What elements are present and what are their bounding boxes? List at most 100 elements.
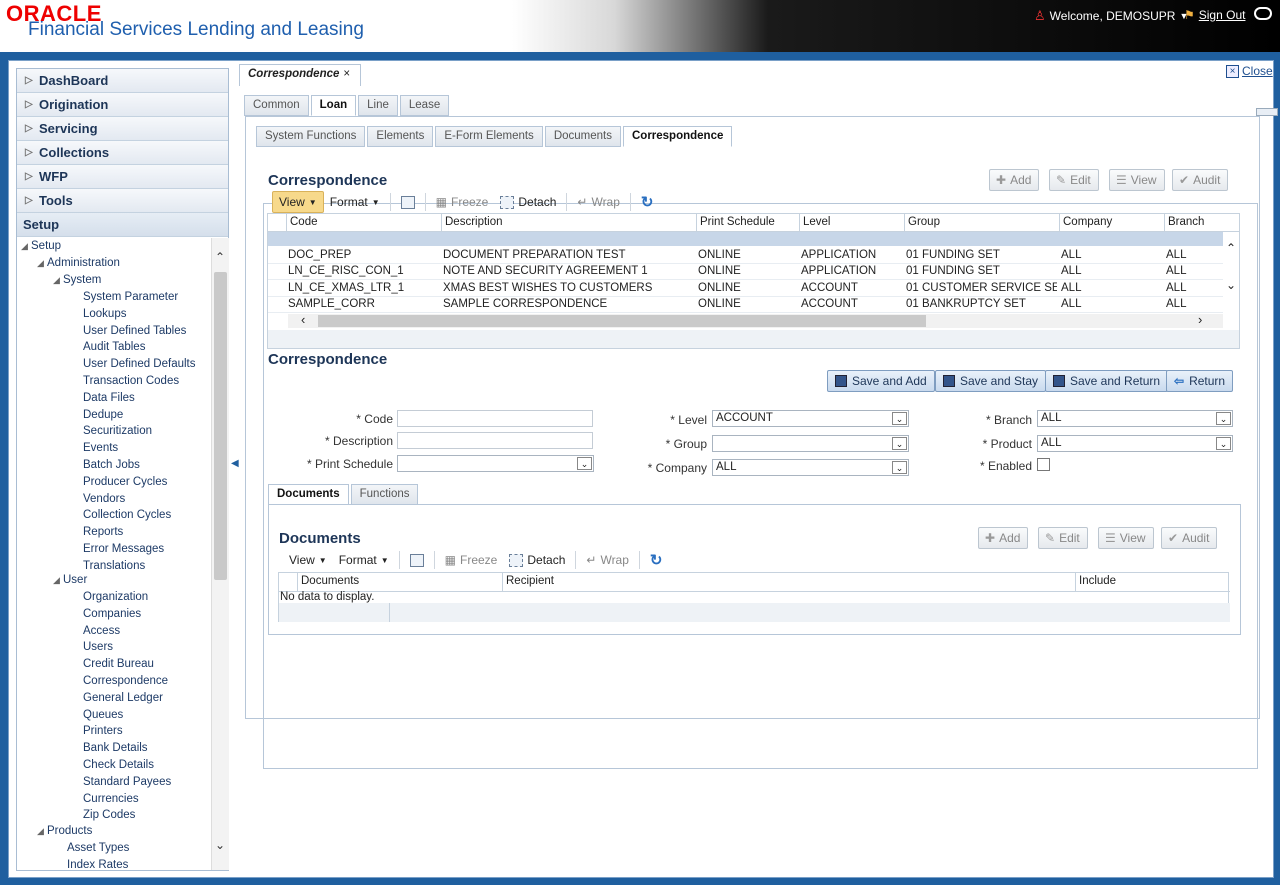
tab-lease[interactable]: Lease	[399, 95, 450, 116]
tab-common[interactable]: Common	[244, 95, 309, 116]
tree-item-batch-jobs[interactable]: Batch Jobs	[83, 459, 140, 471]
tree-item-securitization[interactable]: Securitization	[83, 425, 152, 437]
tree-item-correspondence[interactable]: Correspondence	[83, 675, 168, 687]
refresh-button[interactable]: ↻	[635, 191, 660, 213]
nav-origination[interactable]: ▷ Origination	[17, 93, 228, 117]
product-select[interactable]: ALL ⌄	[1037, 435, 1233, 452]
subtab-elements[interactable]: Elements	[367, 126, 434, 147]
column-header[interactable]: Recipient	[502, 573, 1075, 591]
description-input[interactable]	[397, 432, 593, 449]
tree-item-general-ledger[interactable]: General Ledger	[83, 692, 163, 704]
tree-item-check-details[interactable]: Check Details	[83, 759, 154, 771]
subtab-e-form-elements[interactable]: E-Form Elements	[435, 126, 543, 147]
tree-node-user[interactable]: ◢ User	[53, 574, 87, 586]
refresh-button[interactable]: ↻	[644, 549, 669, 571]
doc-audit-button[interactable]: ✔ Audit	[1161, 527, 1218, 549]
column-header[interactable]: Branch	[1164, 214, 1239, 232]
chevron-up-icon[interactable]: ⌃	[215, 250, 225, 264]
table-row[interactable]: SAMPLE_CORR SAMPLE CORRESPONDENCE ONLINE AC…	[268, 297, 1223, 313]
level-select[interactable]: ACCOUNT ⌄	[712, 410, 909, 427]
return-button[interactable]: ⇦ Return	[1166, 370, 1234, 392]
nav-setup[interactable]: Setup	[17, 213, 228, 237]
column-header[interactable]: Description	[441, 214, 696, 232]
doc-view-button[interactable]: ☰ View	[1098, 527, 1154, 549]
edit-button[interactable]: ✎ Edit	[1049, 169, 1099, 191]
view-button[interactable]: ☰ View	[1109, 169, 1165, 191]
format-menu[interactable]: Format ▼	[324, 191, 386, 213]
table-row[interactable]: LN_CE_RISC_CON_1 NOTE AND SECURITY AGREEM…	[268, 264, 1223, 281]
tree-item-index-rates[interactable]: Index Rates	[67, 859, 128, 870]
power-icon[interactable]	[1254, 7, 1272, 20]
freeze-button[interactable]: ▦ Freeze	[430, 191, 495, 213]
detach-button[interactable]: Detach	[494, 191, 562, 213]
export-button[interactable]	[404, 549, 430, 571]
view-menu[interactable]: View ▼	[283, 549, 333, 571]
tree-node-products[interactable]: ◢ Products	[37, 825, 92, 837]
enabled-checkbox[interactable]	[1037, 458, 1050, 471]
tree-item-credit-bureau[interactable]: Credit Bureau	[83, 658, 154, 670]
doc-edit-button[interactable]: ✎ Edit	[1038, 527, 1088, 549]
detail-tab-functions[interactable]: Functions	[350, 484, 419, 505]
sign-out-link[interactable]: ⚑ Sign Out	[1184, 8, 1245, 22]
tree-node-administration[interactable]: ◢ Administration	[37, 257, 120, 269]
freeze-button[interactable]: ▦ Freeze	[439, 549, 504, 571]
tree-item-organization[interactable]: Organization	[83, 591, 148, 603]
table-row[interactable]: LN_CE_XMAS_LTR_1 XMAS BEST WISHES TO CUST…	[268, 281, 1223, 297]
filter-row[interactable]	[268, 232, 1223, 246]
chevron-up-icon[interactable]: ⌃	[1226, 241, 1236, 255]
close-button[interactable]: × Close	[1226, 64, 1273, 78]
column-header[interactable]: Code	[286, 214, 441, 232]
audit-button[interactable]: ✔ Audit	[1172, 169, 1229, 191]
tree-item-currencies[interactable]: Currencies	[83, 793, 139, 805]
nav-dashboard[interactable]: ▷ DashBoard	[17, 69, 228, 93]
tree-item-printers[interactable]: Printers	[83, 725, 123, 737]
table-row[interactable]: DOC_PREP DOCUMENT PREPARATION TEST ONLINE A…	[268, 248, 1223, 264]
user-menu[interactable]: ♙ Welcome, DEMOSUPR ▼	[1034, 8, 1188, 24]
wrap-button[interactable]: ↵ Wrap	[571, 191, 626, 213]
tree-node-system[interactable]: ◢ System	[53, 274, 101, 286]
grid-vertical-scrollbar[interactable]: ⌃ ⌄	[1223, 232, 1239, 312]
chevron-right-icon[interactable]: ›	[1198, 312, 1202, 327]
tree-item-user-defined-tables[interactable]: User Defined Tables	[83, 325, 186, 337]
group-select[interactable]: ⌄	[712, 435, 909, 452]
export-button[interactable]	[395, 191, 421, 213]
nav-wfp[interactable]: ▷ WFP	[17, 165, 228, 189]
print-schedule-select[interactable]: ⌄	[397, 455, 594, 472]
tree-item-bank-details[interactable]: Bank Details	[83, 742, 148, 754]
save-and-stay-button[interactable]: Save and Stay	[935, 370, 1047, 392]
chevron-left-icon[interactable]: ‹	[301, 312, 305, 327]
tree-item-events[interactable]: Events	[83, 442, 118, 454]
add-button[interactable]: ✚ Add	[989, 169, 1040, 191]
nav-servicing[interactable]: ▷ Servicing	[17, 117, 228, 141]
tree-item-data-files[interactable]: Data Files	[83, 392, 135, 404]
column-header[interactable]: Include	[1075, 573, 1230, 591]
column-header[interactable]: Documents	[297, 573, 502, 591]
chevron-down-icon[interactable]: ⌄	[1226, 278, 1236, 292]
tree-item-reports[interactable]: Reports	[83, 526, 123, 538]
tree-item-audit-tables[interactable]: Audit Tables	[83, 341, 145, 353]
column-header[interactable]: Company	[1059, 214, 1164, 232]
grid-horizontal-scrollbar[interactable]: ‹ ›	[288, 312, 1223, 328]
detail-tab-documents[interactable]: Documents	[268, 484, 349, 505]
column-header[interactable]: Print Schedule	[696, 214, 799, 232]
subtab-correspondence[interactable]: Correspondence	[622, 126, 733, 147]
tree-item-collection-cycles[interactable]: Collection Cycles	[83, 509, 171, 521]
nav-scrollbar[interactable]: ⌃ ⌄	[211, 238, 229, 870]
tree-item-lookups[interactable]: Lookups	[83, 308, 126, 320]
tree-item-companies[interactable]: Companies	[83, 608, 141, 620]
view-menu[interactable]: View ▼	[272, 191, 324, 213]
tree-item-vendors[interactable]: Vendors	[83, 493, 125, 505]
chevron-down-icon[interactable]: ⌄	[215, 838, 225, 852]
tree-item-transaction-codes[interactable]: Transaction Codes	[83, 375, 179, 387]
company-select[interactable]: ALL ⌄	[712, 459, 909, 476]
tree-item-system-parameter[interactable]: System Parameter	[83, 291, 178, 303]
tree-item-standard-payees[interactable]: Standard Payees	[83, 776, 171, 788]
tree-item-error-messages[interactable]: Error Messages	[83, 543, 164, 555]
tree-item-user-defined-defaults[interactable]: User Defined Defaults	[83, 358, 196, 370]
tab-line[interactable]: Line	[358, 95, 398, 116]
subtab-system-functions[interactable]: System Functions	[256, 126, 366, 147]
tree-item-asset-types[interactable]: Asset Types	[67, 842, 129, 854]
nav-tools[interactable]: ▷ Tools	[17, 189, 228, 213]
wrap-button[interactable]: ↵ Wrap	[580, 549, 635, 571]
save-and-return-button[interactable]: Save and Return	[1045, 370, 1169, 392]
